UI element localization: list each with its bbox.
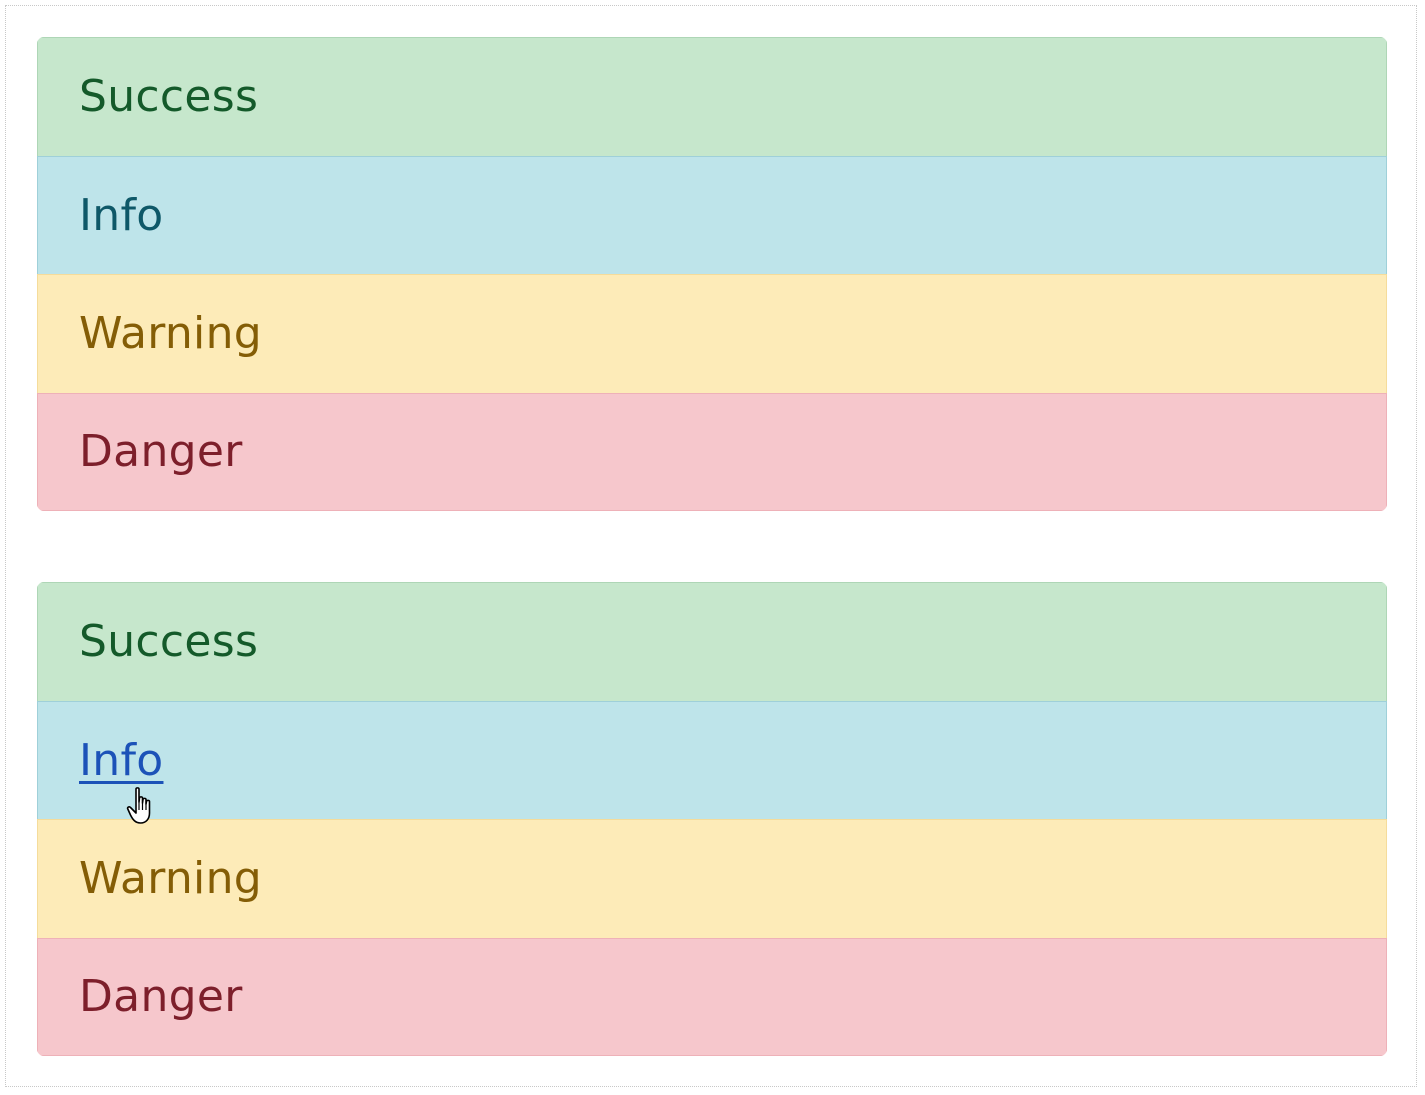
list-item-success-action[interactable]: Success xyxy=(37,582,1387,701)
list-item-warning-action[interactable]: Warning xyxy=(37,819,1387,938)
list-item-label: Danger xyxy=(79,426,243,478)
list-item-success: Success xyxy=(37,37,1387,156)
list-item-info-action[interactable]: Info xyxy=(37,700,1387,819)
list-item-info-link[interactable]: Info xyxy=(79,735,163,786)
list-item-info: Info xyxy=(37,155,1387,274)
list-item-label: Success xyxy=(79,71,259,123)
list-item-label: Success xyxy=(79,616,259,668)
list-item-label: Warning xyxy=(79,853,262,905)
list-item-danger: Danger xyxy=(37,392,1387,511)
list-group-actionable: Success Info Warning Danger xyxy=(37,582,1387,1056)
list-item-label: Warning xyxy=(79,308,262,360)
list-item-danger-action[interactable]: Danger xyxy=(37,937,1387,1056)
list-item-label: Danger xyxy=(79,971,243,1023)
list-item-warning: Warning xyxy=(37,274,1387,393)
list-group-static: Success Info Warning Danger xyxy=(37,37,1387,511)
list-item-label: Info xyxy=(79,189,164,241)
